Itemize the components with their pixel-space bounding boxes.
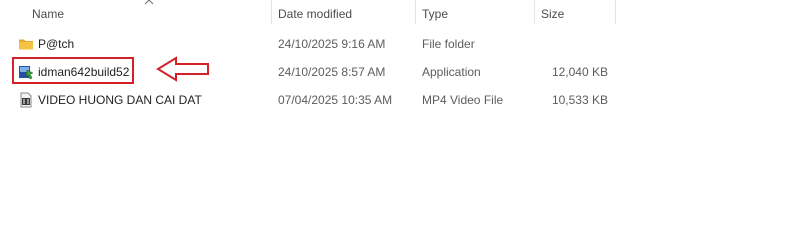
file-type: Application (422, 65, 481, 79)
file-date-modified: 07/04/2025 10:35 AM (278, 93, 393, 107)
column-header-date-modified[interactable]: Date modified (272, 0, 415, 28)
file-size: 12,040 KB (551, 65, 608, 79)
column-header-name[interactable]: Name (26, 0, 271, 28)
arrow-left-icon (156, 56, 209, 82)
file-name: VIDEO HUONG DAN CAI DAT (38, 93, 202, 107)
column-header-size[interactable]: Size (535, 0, 615, 28)
column-header-type[interactable]: Type (416, 0, 534, 28)
file-name: P@tch (38, 37, 75, 51)
file-type: MP4 Video File (422, 93, 504, 107)
file-date-modified: 24/10/2025 9:16 AM (278, 37, 386, 51)
file-type: File folder (422, 37, 475, 51)
file-size: 10,533 KB (551, 93, 608, 107)
highlight-box (12, 57, 134, 84)
video-file-icon (20, 92, 32, 108)
column-header-bar: Name Date modified Type Size (0, 0, 800, 28)
folder-icon (19, 39, 33, 50)
file-size (528, 30, 608, 58)
file-row-video-huong-dan[interactable]: VIDEO HUONG DAN CAI DAT 07/04/2025 10:35… (0, 86, 800, 114)
file-row-patch-folder[interactable]: P@tch 24/10/2025 9:16 AM File folder (0, 30, 800, 58)
column-divider[interactable] (615, 0, 616, 24)
file-date-modified: 24/10/2025 8:57 AM (278, 65, 386, 79)
